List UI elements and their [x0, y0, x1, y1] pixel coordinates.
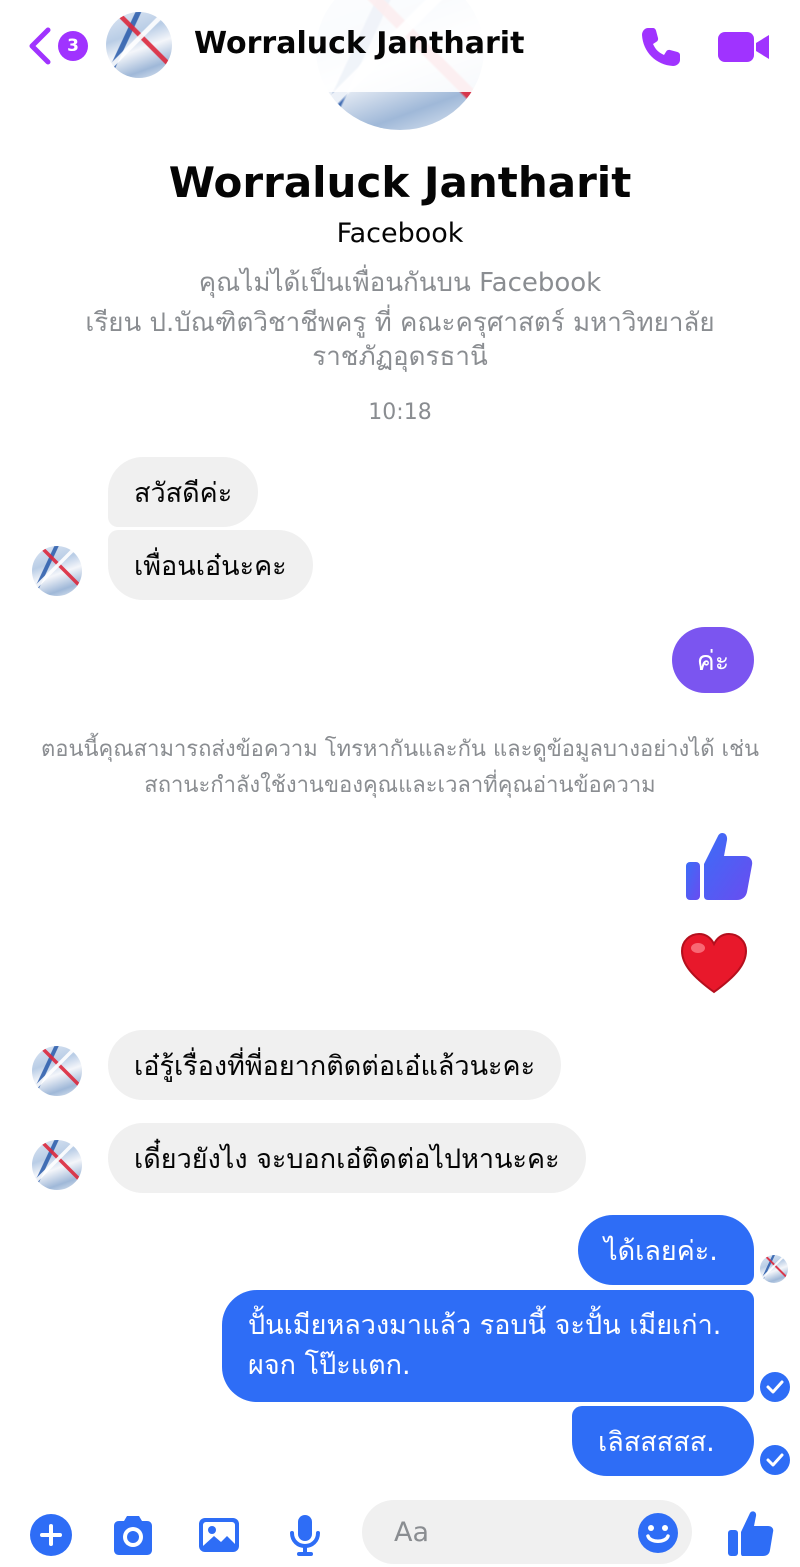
camera-icon[interactable]	[110, 1512, 156, 1558]
thumbs-up-icon[interactable]	[726, 1508, 774, 1558]
thumbs-up-icon[interactable]	[684, 828, 754, 904]
header-contact-name[interactable]: Worraluck Jantharit	[194, 26, 524, 61]
incoming-message[interactable]: เพื่อนเอ๋นะคะ	[108, 530, 313, 600]
system-note: ตอนนี้คุณสามารถส่งข้อความ โทรหากันและกัน…	[40, 737, 760, 798]
incoming-message[interactable]: สวัสดีค่ะ	[108, 457, 259, 527]
phone-icon[interactable]	[638, 24, 684, 70]
incoming-message[interactable]: เดี๋ยวยังไง จะบอกเอ๋ติดต่อไปหานะคะ	[108, 1123, 586, 1193]
microphone-icon[interactable]	[282, 1512, 328, 1558]
outgoing-message[interactable]: ได้เลยค่ะ.	[578, 1215, 754, 1285]
heart-icon[interactable]	[680, 932, 748, 996]
profile-name: Worraluck Jantharit	[168, 158, 632, 207]
delivered-check-icon	[760, 1445, 790, 1475]
thread-timestamp: 10:18	[368, 400, 432, 425]
profile-education: เรียน ป.บัณฑิตวิชาชีพครู ที่ คณะครุศาสตร…	[85, 308, 715, 372]
header-avatar[interactable]	[106, 12, 172, 78]
sender-avatar[interactable]	[32, 546, 82, 596]
video-camera-icon[interactable]	[716, 28, 772, 66]
delivered-check-icon	[760, 1372, 790, 1402]
profile-platform: Facebook	[336, 218, 464, 249]
smiley-icon[interactable]	[636, 1511, 680, 1555]
image-icon[interactable]	[196, 1512, 242, 1558]
seen-avatar	[760, 1255, 788, 1283]
chevron-left-icon	[29, 27, 51, 65]
plus-circle-icon[interactable]	[28, 1512, 74, 1558]
sender-avatar[interactable]	[32, 1046, 82, 1096]
outgoing-message[interactable]: ปั้นเมียหลวงมาแล้ว รอบนี้ จะปั้น เมียเก่…	[222, 1290, 754, 1402]
composer-bar	[0, 1496, 800, 1567]
back-button[interactable]: 3	[22, 24, 92, 68]
unread-badge: 3	[58, 31, 88, 61]
chat-header: 3 Worraluck Jantharit	[0, 0, 800, 92]
outgoing-message[interactable]: เลิสสสสส.	[572, 1406, 754, 1476]
sender-avatar[interactable]	[32, 1140, 82, 1190]
outgoing-message[interactable]: ค่ะ	[672, 627, 754, 693]
friend-status: คุณไม่ได้เป็นเพื่อนกันบน Facebook	[198, 268, 602, 298]
incoming-message[interactable]: เอ๋รู้เรื่องที่พี่อยากติดต่อเอ๋แล้วนะคะ	[108, 1030, 562, 1100]
